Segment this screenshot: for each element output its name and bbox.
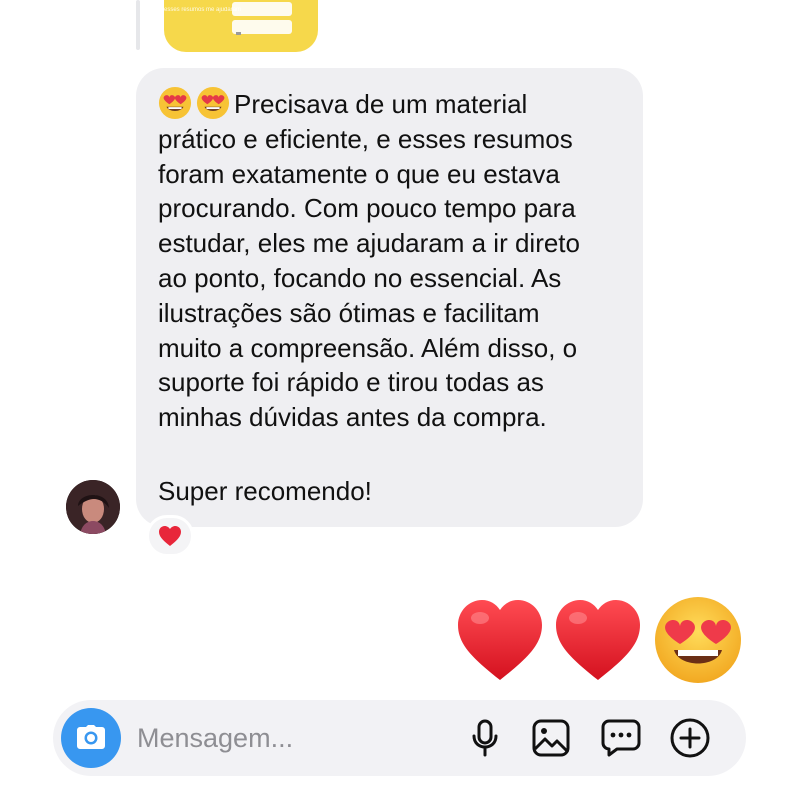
received-message-bubble[interactable]: Precisava de um material prático e efici…: [136, 68, 643, 527]
add-button[interactable]: [668, 716, 712, 760]
gallery-icon: [532, 719, 570, 757]
reply-thread-line: [136, 0, 140, 50]
shared-image-card: [232, 20, 292, 34]
camera-icon: [77, 725, 105, 749]
message-composer: [53, 700, 746, 776]
heart-eyes-emoji-icon: [655, 597, 741, 683]
red-heart-icon: [556, 600, 640, 680]
sent-emoji-message[interactable]: [454, 594, 744, 686]
sticker-icon: [601, 719, 641, 757]
shared-image-caption: esses resumos me ajudaram: [164, 7, 242, 13]
camera-button[interactable]: [61, 708, 121, 768]
microphone-icon: [472, 719, 498, 757]
heart-eyes-emoji-icon: [196, 86, 230, 120]
heart-eyes-emoji-icon: [158, 86, 192, 120]
heart-reaction[interactable]: [146, 515, 194, 557]
shared-image-card: [232, 2, 292, 16]
message-signoff: Super recomendo!: [158, 476, 372, 506]
avatar-photo: [66, 480, 120, 534]
microphone-button[interactable]: [463, 716, 507, 760]
gallery-button[interactable]: [529, 716, 573, 760]
chat-screen: esses resumos me ajudaram Precisava de u…: [0, 0, 800, 800]
plus-icon: [670, 718, 710, 758]
shared-image-mark: [236, 32, 241, 35]
red-heart-icon: [458, 600, 542, 680]
message-text: Precisava de um material prático e efici…: [158, 89, 580, 433]
red-heart-icon: [159, 526, 181, 546]
message-input[interactable]: [137, 718, 437, 758]
sticker-button[interactable]: [599, 716, 643, 760]
message-paragraph: Precisava de um material prático e efici…: [158, 86, 621, 435]
sender-avatar[interactable]: [66, 480, 120, 534]
shared-image-preview[interactable]: esses resumos me ajudaram: [164, 0, 318, 52]
